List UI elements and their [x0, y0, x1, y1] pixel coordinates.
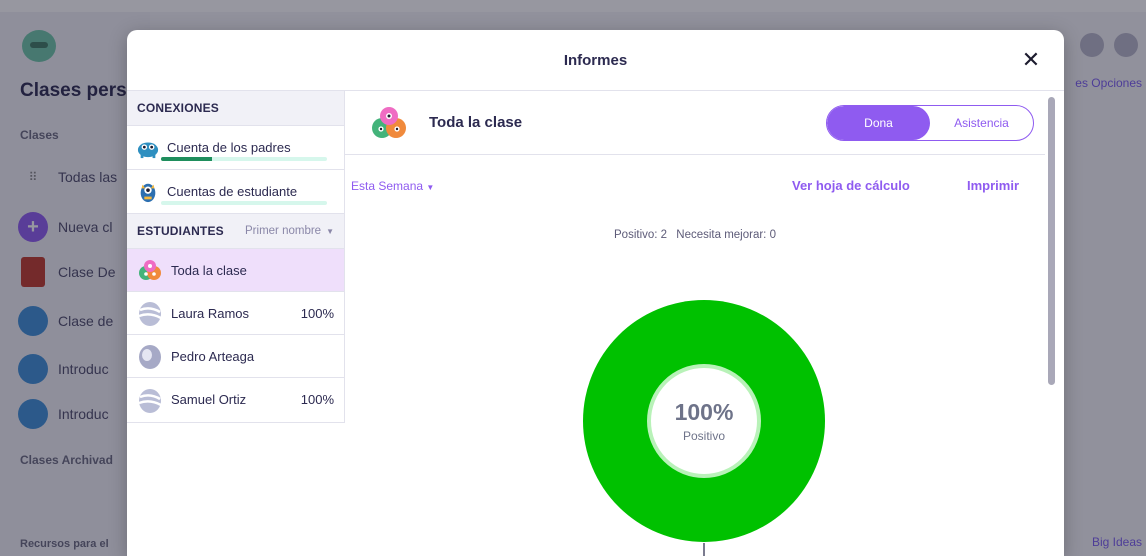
- needs-work-count: Necesita mejorar: 0: [676, 229, 776, 241]
- egg-avatar-icon: [138, 302, 162, 326]
- student-name: Toda la clase: [171, 262, 247, 278]
- students-title: ESTUDIANTES: [137, 224, 224, 238]
- student-monster-icon: [140, 183, 156, 202]
- modal-header: Informes ✕: [127, 30, 1064, 91]
- sort-dropdown[interactable]: Primer nombre ▼: [245, 225, 334, 237]
- period-label: Esta Semana: [351, 179, 424, 193]
- donut-chart: 100% Positivo: [582, 299, 826, 543]
- parents-progress-fill: [161, 157, 213, 161]
- connection-parents[interactable]: Cuenta de los padres: [127, 126, 344, 170]
- positive-count: Positivo: 2: [614, 229, 668, 241]
- connections-header: CONEXIONES: [127, 91, 344, 126]
- donut-center: 100% Positivo: [650, 367, 758, 475]
- egg-avatar-icon: [139, 345, 161, 369]
- chevron-down-icon: ▼: [426, 183, 435, 192]
- student-row-whole-class[interactable]: Toda la clase: [127, 249, 344, 292]
- modal-title: Informes: [563, 52, 628, 69]
- donut-center-label: Positivo: [682, 429, 726, 443]
- connections-title: CONEXIONES: [137, 101, 220, 115]
- student-percentage: 100%: [300, 305, 334, 321]
- student-row[interactable]: Laura Ramos 100%: [127, 292, 344, 335]
- egg-avatar-icon: [138, 388, 162, 413]
- parent-monster-icon: [137, 142, 159, 158]
- student-name: Pedro Arteaga: [171, 348, 255, 364]
- close-icon[interactable]: ✕: [1020, 49, 1042, 71]
- chart-tick-line: [703, 543, 705, 556]
- students-header: ESTUDIANTES Primer nombre ▼: [127, 214, 344, 249]
- scrollbar-thumb[interactable]: [1048, 97, 1055, 385]
- student-name: Laura Ramos: [171, 305, 250, 321]
- points-summary: Positivo: 2 Necesita mejorar: 0: [345, 229, 1045, 241]
- connection-label: Cuentas de estudiante: [167, 184, 298, 199]
- student-row[interactable]: Samuel Ortiz 100%: [127, 378, 344, 421]
- student-name: Samuel Ortiz: [171, 392, 247, 407]
- chevron-down-icon: ▼: [326, 226, 334, 236]
- student-row[interactable]: Pedro Arteaga: [127, 335, 344, 378]
- donut-center-value: 100%: [674, 399, 734, 425]
- left-panel: CONEXIONES Cuenta de los padres Cuentas …: [127, 91, 345, 423]
- report-header: Toda la clase Dona Asistencia: [345, 91, 1045, 155]
- connection-students[interactable]: Cuentas de estudiante: [127, 170, 344, 214]
- period-dropdown[interactable]: Esta Semana ▼: [351, 179, 434, 193]
- view-toggle: Dona Asistencia: [826, 105, 1034, 141]
- report-controls: Esta Semana ▼ Ver hoja de cálculo Imprim…: [345, 156, 1045, 212]
- student-percentage: 100%: [300, 392, 334, 407]
- class-monsters-icon: [139, 260, 161, 280]
- spreadsheet-link[interactable]: Ver hoja de cálculo: [792, 178, 910, 193]
- reports-modal: Informes ✕ CONEXIONES Cuenta de los padr…: [127, 30, 1064, 556]
- sort-label: Primer nombre: [245, 225, 322, 237]
- print-link[interactable]: Imprimir: [967, 178, 1019, 193]
- students-progress-bar: [161, 201, 327, 205]
- parents-progress-bar: [161, 157, 327, 161]
- connection-label: Cuenta de los padres: [167, 140, 291, 155]
- class-monsters-icon: [372, 107, 406, 138]
- report-class-title: Toda la clase: [429, 114, 523, 131]
- donut-view-button[interactable]: Dona: [827, 106, 930, 140]
- attendance-view-button[interactable]: Asistencia: [930, 106, 1033, 140]
- modal-scrollbar[interactable]: [1045, 91, 1064, 556]
